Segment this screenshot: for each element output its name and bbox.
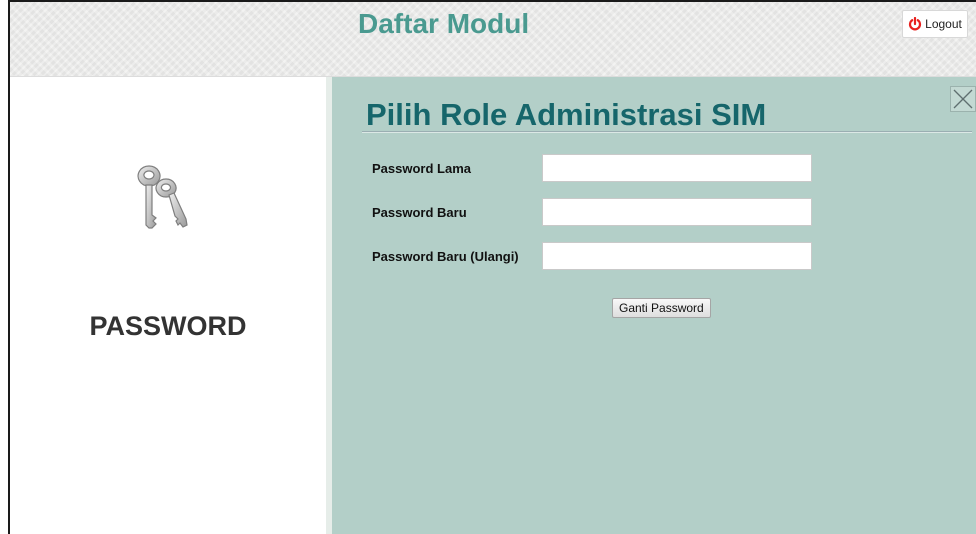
title-divider [362,131,972,133]
new-password-field[interactable] [542,198,812,226]
content-title: Pilih Role Administrasi SIM [366,97,767,132]
close-icon[interactable] [950,86,976,112]
new-password-label: Password Baru [372,204,467,220]
confirm-password-label: Password Baru (Ulangi) [372,248,519,264]
header: Daftar Modul Logout [10,2,976,77]
module-label: PASSWORD [89,311,247,341]
change-password-button[interactable]: Ganti Password [612,298,711,318]
power-icon [909,17,922,31]
app-frame: Daftar Modul Logout PASSWORD Pilih Role … [8,0,976,534]
keys-icon [137,165,188,229]
old-password-label: Password Lama [372,160,471,176]
form-row-confirm-password: Password Baru (Ulangi) [372,242,812,270]
form-row-new-password: Password Baru [372,198,812,226]
page-title: Daftar Modul [358,8,530,39]
main-content: Pilih Role Administrasi SIM Password Lam… [332,77,976,534]
logout-label: Logout [925,17,962,31]
module-panel: PASSWORD [10,77,326,534]
logout-button[interactable]: Logout [902,10,968,38]
form-row-old-password: Password Lama [372,154,812,182]
old-password-field[interactable] [542,154,812,182]
confirm-password-field[interactable] [542,242,812,270]
